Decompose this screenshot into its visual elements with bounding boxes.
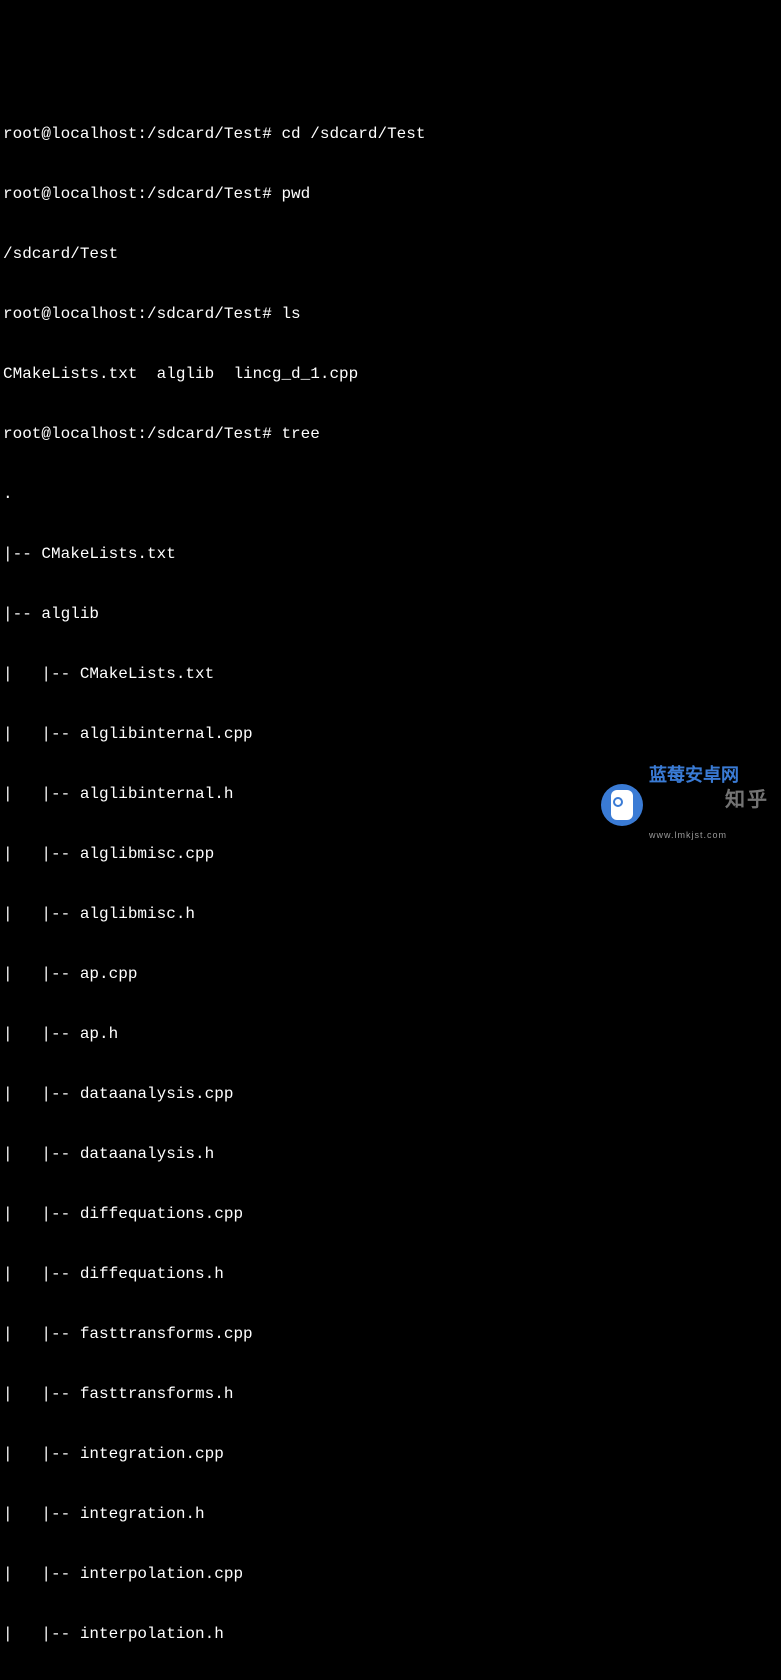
terminal-line: | |-- diffequations.h <box>3 1264 778 1284</box>
terminal-output[interactable]: root@localhost:/sdcard/Test# cd /sdcard/… <box>0 80 781 1680</box>
terminal-line: | |-- alglibinternal.cpp <box>3 724 778 744</box>
terminal-line: | |-- interpolation.h <box>3 1624 778 1644</box>
terminal-line: . <box>3 484 778 504</box>
terminal-line: | |-- alglibinternal.h <box>3 784 778 804</box>
terminal-line: root@localhost:/sdcard/Test# ls <box>3 304 778 324</box>
terminal-line: | |-- dataanalysis.h <box>3 1144 778 1164</box>
terminal-line: | |-- fasttransforms.cpp <box>3 1324 778 1344</box>
terminal-line: | |-- fasttransforms.h <box>3 1384 778 1404</box>
terminal-line: | |-- dataanalysis.cpp <box>3 1084 778 1104</box>
terminal-line: | |-- CMakeLists.txt <box>3 664 778 684</box>
terminal-line: | |-- integration.h <box>3 1504 778 1524</box>
terminal-line: | |-- diffequations.cpp <box>3 1204 778 1224</box>
terminal-line: | |-- alglibmisc.h <box>3 904 778 924</box>
terminal-line: |-- CMakeLists.txt <box>3 544 778 564</box>
terminal-line: | |-- ap.h <box>3 1024 778 1044</box>
terminal-line: CMakeLists.txt alglib lincg_d_1.cpp <box>3 364 778 384</box>
terminal-line: |-- alglib <box>3 604 778 624</box>
terminal-line: root@localhost:/sdcard/Test# cd /sdcard/… <box>3 124 778 144</box>
terminal-line: /sdcard/Test <box>3 244 778 264</box>
terminal-line: | |-- integration.cpp <box>3 1444 778 1464</box>
terminal-line: root@localhost:/sdcard/Test# tree <box>3 424 778 444</box>
terminal-line: | |-- ap.cpp <box>3 964 778 984</box>
terminal-line: root@localhost:/sdcard/Test# pwd <box>3 184 778 204</box>
terminal-line: | |-- alglibmisc.cpp <box>3 844 778 864</box>
terminal-line: | |-- interpolation.cpp <box>3 1564 778 1584</box>
